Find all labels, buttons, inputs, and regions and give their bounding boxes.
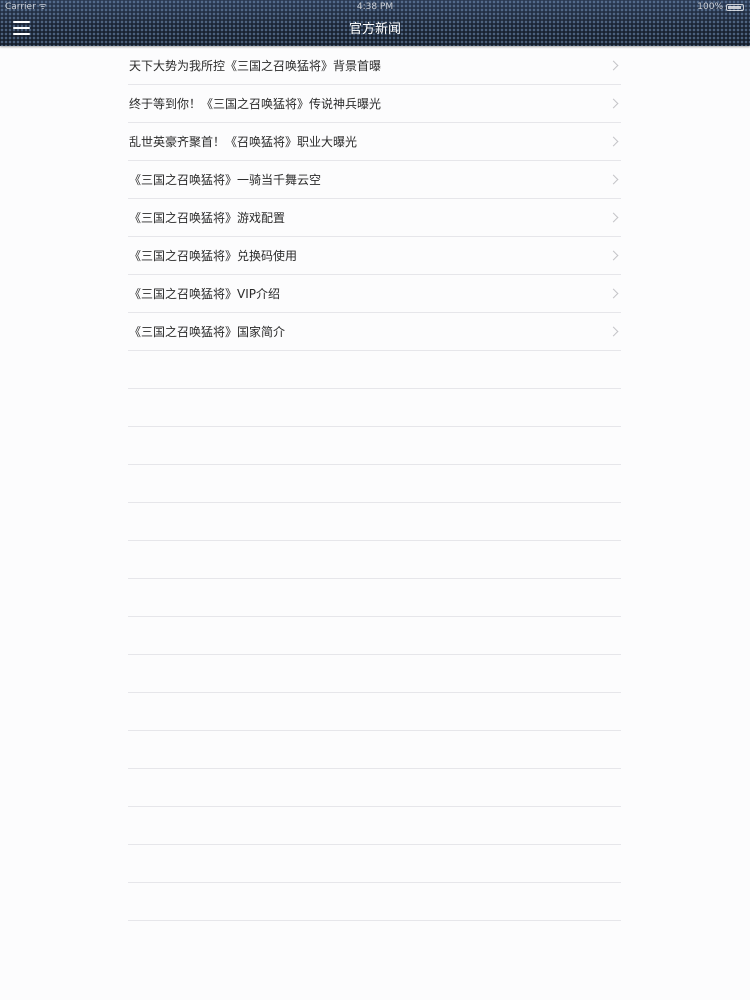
news-item[interactable]: 天下大势为我所控《三国之召唤猛将》背景首曝 [128, 47, 621, 85]
empty-row [128, 465, 621, 503]
empty-row [128, 579, 621, 617]
chevron-right-icon [608, 288, 619, 299]
chevron-right-icon [608, 212, 619, 223]
news-item-title: 终于等到你！《三国之召唤猛将》传说神兵曝光 [129, 97, 382, 111]
empty-row [128, 731, 621, 769]
empty-row [128, 769, 621, 807]
empty-row [128, 427, 621, 465]
battery-icon [726, 3, 744, 11]
battery-indicator: 100% [697, 0, 744, 14]
empty-row [128, 883, 621, 921]
news-item-title: 《三国之召唤猛将》兑换码使用 [129, 249, 298, 263]
empty-row [128, 655, 621, 693]
status-time: 4:38 PM [356, 2, 394, 12]
news-item-title: 《三国之召唤猛将》游戏配置 [129, 211, 286, 225]
news-item-title: 《三国之召唤猛将》国家简介 [129, 325, 286, 339]
news-item[interactable]: 《三国之召唤猛将》VIP介绍 [128, 275, 621, 313]
news-item-title: 天下大势为我所控《三国之召唤猛将》背景首曝 [129, 59, 382, 73]
chevron-right-icon [608, 60, 619, 71]
news-item-title: 《三国之召唤猛将》一骑当千舞云空 [129, 173, 322, 187]
empty-row [128, 503, 621, 541]
news-item[interactable]: 《三国之召唤猛将》游戏配置 [128, 199, 621, 237]
empty-row [128, 389, 621, 427]
page-title: 官方新闻 [348, 22, 401, 37]
news-item[interactable]: 终于等到你！《三国之召唤猛将》传说神兵曝光 [128, 85, 621, 123]
empty-row [128, 351, 621, 389]
empty-row [128, 617, 621, 655]
chevron-right-icon [608, 174, 619, 185]
news-item-title: 《三国之召唤猛将》VIP介绍 [129, 287, 280, 301]
chevron-right-icon [608, 136, 619, 147]
chevron-right-icon [608, 326, 619, 337]
empty-row [128, 693, 621, 731]
news-item[interactable]: 乱世英豪齐聚首！《召唤猛将》职业大曝光 [128, 123, 621, 161]
news-item[interactable]: 《三国之召唤猛将》兑换码使用 [128, 237, 621, 275]
empty-row [128, 807, 621, 845]
news-item[interactable]: 《三国之召唤猛将》国家简介 [128, 313, 621, 351]
chevron-right-icon [608, 250, 619, 261]
news-item-title: 乱世英豪齐聚首！《召唤猛将》职业大曝光 [129, 135, 358, 149]
status-bar: Carrier ᯤ 4:38 PM 100% [0, 0, 750, 14]
chevron-right-icon [608, 98, 619, 109]
news-item[interactable]: 《三国之召唤猛将》一骑当千舞云空 [128, 161, 621, 199]
news-list: 天下大势为我所控《三国之召唤猛将》背景首曝 终于等到你！《三国之召唤猛将》传说神… [128, 47, 621, 921]
empty-row [128, 541, 621, 579]
battery-percent: 100% [697, 2, 723, 12]
empty-row [128, 845, 621, 883]
navigation-bar: Carrier ᯤ 4:38 PM 100% 官方新闻 [0, 0, 750, 46]
